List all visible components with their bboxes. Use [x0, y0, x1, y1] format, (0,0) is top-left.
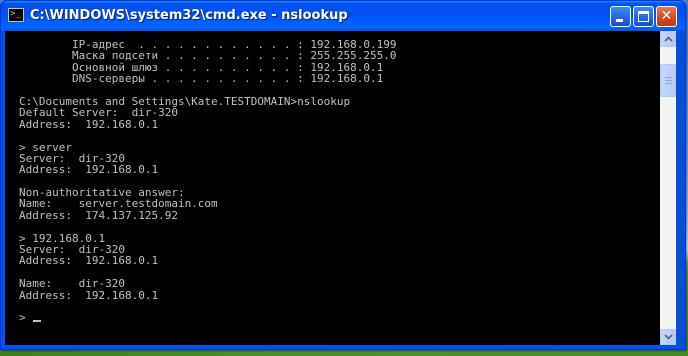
minimize-button[interactable]	[610, 6, 631, 27]
window-title: C:\WINDOWS\system32\cmd.exe - nslookup	[30, 8, 348, 23]
title-bar[interactable]: >_ C:\WINDOWS\system32\cmd.exe - nslooku…	[1, 1, 685, 31]
thumb-grip	[665, 80, 672, 81]
console-prompt: >	[19, 311, 33, 325]
console-text: IP-адрес . . . . . . . . . . . . : 192.1…	[19, 39, 397, 324]
console-output[interactable]: IP-адрес . . . . . . . . . . . . : 192.1…	[5, 31, 660, 345]
scroll-up-arrow-icon	[664, 36, 673, 42]
scrollbar-thumb[interactable]	[660, 64, 676, 97]
scroll-down-button[interactable]	[660, 329, 676, 345]
close-icon: ✕	[660, 8, 673, 24]
console-line: Address: 192.168.0.1	[19, 254, 159, 268]
minimize-icon	[616, 19, 623, 22]
vertical-scrollbar[interactable]	[660, 31, 676, 345]
cmd-window: >_ C:\WINDOWS\system32\cmd.exe - nslooku…	[0, 0, 686, 350]
maximize-icon	[638, 11, 649, 22]
console-line: Address: 192.168.0.1	[19, 117, 159, 131]
console-line: DNS-серверы . . . . . . . . . . . : 192.…	[19, 72, 384, 86]
scroll-up-button[interactable]	[660, 31, 676, 47]
window-frame-right[interactable]	[676, 31, 685, 349]
console-line: Address: 192.168.0.1	[19, 163, 159, 177]
console-line: Address: 192.168.0.1	[19, 288, 159, 302]
thumb-grip	[665, 77, 672, 78]
thumb-grip	[665, 83, 672, 84]
window-frame-bottom[interactable]	[1, 345, 685, 349]
console-icon-glyph: >_	[10, 9, 21, 19]
close-button[interactable]: ✕	[656, 6, 677, 27]
console-icon[interactable]: >_	[8, 8, 24, 22]
maximize-button[interactable]	[633, 6, 654, 27]
text-cursor	[33, 320, 42, 323]
console-line: Address: 174.137.125.92	[19, 208, 178, 222]
console-line: Name: dir-320	[19, 277, 125, 291]
scroll-down-arrow-icon	[664, 334, 673, 340]
console-prompt-line[interactable]: >	[19, 311, 397, 325]
